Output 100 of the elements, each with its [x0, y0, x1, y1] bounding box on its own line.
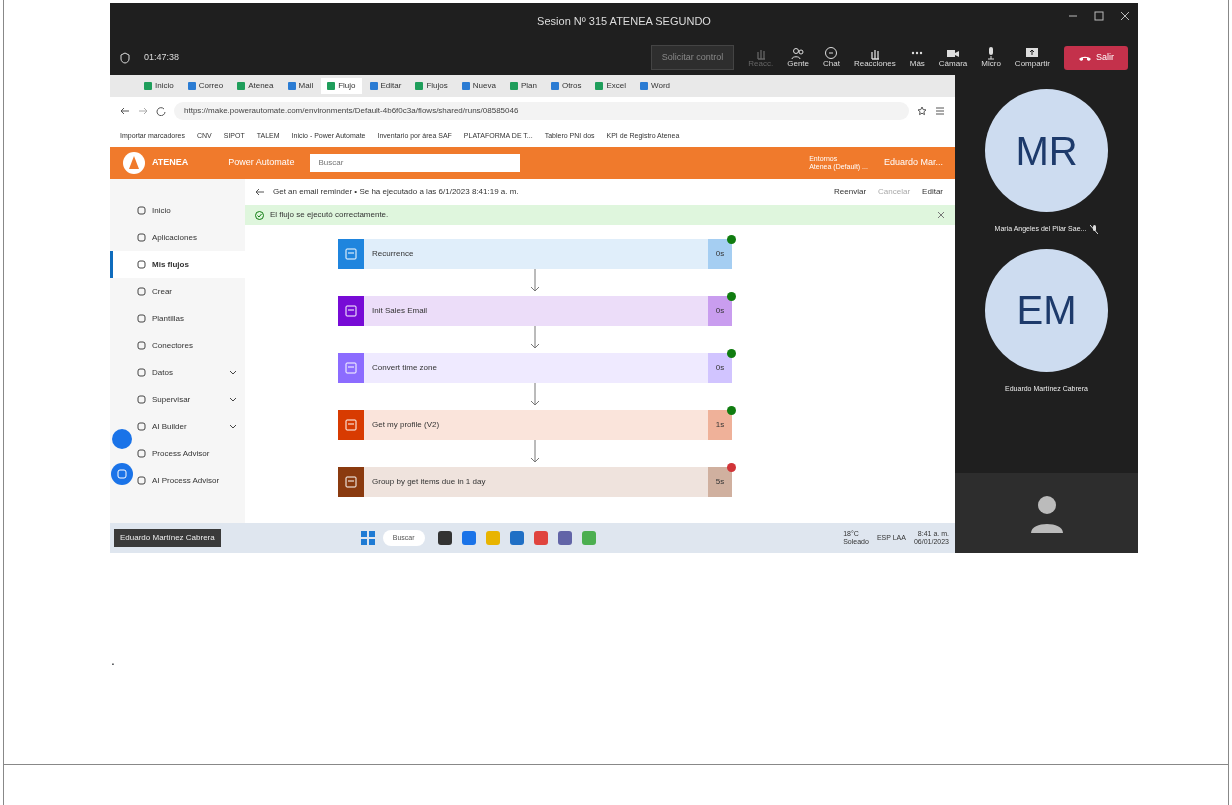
window-title: Sesion Nº 315 ATENEA SEGUNDO [537, 14, 711, 30]
browser-tab[interactable]: Plan [503, 78, 543, 94]
toolbar-button[interactable]: Chat [823, 46, 840, 69]
step-label: Convert time zone [371, 362, 438, 374]
toolbar-button[interactable]: Micro [981, 46, 1001, 69]
tab-icon [550, 82, 559, 90]
step-label: Get my profile (V2) [371, 419, 441, 431]
chat-bubble-icon[interactable] [112, 429, 132, 449]
step-label: Group by get items due in 1 day [371, 476, 487, 488]
chat-bubble-icon[interactable] [111, 463, 133, 485]
sidebar-item[interactable]: Crear [110, 278, 245, 305]
tab-icon [327, 82, 336, 90]
step-duration: 0s [708, 353, 732, 383]
logo-icon [122, 151, 146, 175]
browser-tab[interactable]: Nueva [455, 78, 502, 94]
tab-icon [595, 82, 604, 90]
step-duration: 5s [708, 467, 732, 497]
browser-tab[interactable]: Otros [544, 78, 588, 94]
toolbar-button[interactable]: Cámara [938, 46, 968, 69]
nav-icon [137, 476, 146, 485]
browser-tab[interactable]: Mail [281, 78, 320, 94]
tab-icon [640, 82, 649, 90]
app-icon[interactable] [437, 531, 452, 545]
text-mark: . [111, 651, 115, 670]
success-message: El flujo se ejecutó correctamente. [270, 209, 390, 221]
action-icon [345, 476, 357, 488]
toolbar-button[interactable]: Editar [920, 186, 945, 198]
refresh-icon[interactable] [156, 106, 166, 116]
step-duration: 1s [708, 410, 732, 440]
action-icon [345, 419, 357, 431]
nav-icon [137, 260, 146, 269]
back-icon[interactable] [120, 106, 130, 116]
sharing-label: Eduardo Martínez Cabrera [114, 529, 221, 547]
toolbar-button[interactable]: Más [909, 46, 925, 69]
people-icon [791, 46, 806, 61]
browser-tab[interactable]: Excel [589, 78, 633, 94]
tab-icon [369, 82, 378, 90]
action-icon [345, 362, 357, 374]
sidebar-item[interactable]: Process Advisor [110, 440, 245, 467]
action-icon [345, 305, 357, 317]
nav-icon [137, 422, 146, 431]
sidebar-item[interactable]: Aplicaciones [110, 224, 245, 251]
nav-icon [137, 206, 146, 215]
browser-tab[interactable]: Editar [363, 78, 408, 94]
menu-icon[interactable] [935, 106, 945, 116]
start-icon[interactable] [360, 531, 375, 545]
close-icon[interactable] [1120, 11, 1130, 21]
meeting-timer: 01:47:38 [144, 50, 180, 64]
sidebar-item[interactable]: Plantillas [110, 305, 245, 332]
browser-tab[interactable]: Flujo [321, 78, 362, 94]
maximize-icon[interactable] [1094, 11, 1104, 21]
toolbar-button[interactable]: Compartir [1014, 46, 1050, 69]
step-duration: 0s [708, 239, 732, 269]
browser-tab[interactable]: Atenea [231, 78, 280, 94]
step-label: Recurrence [371, 248, 415, 260]
nav-icon [137, 449, 146, 458]
leave-button[interactable]: Salir [1064, 45, 1128, 70]
avatar-circle: EM [985, 248, 1108, 372]
tab-icon [509, 82, 518, 90]
tab-icon [415, 82, 424, 90]
close-icon[interactable] [937, 211, 945, 219]
sidebar-item[interactable]: Mis flujos [110, 251, 245, 278]
back-icon[interactable] [255, 187, 265, 197]
avatar-circle: MR [985, 89, 1108, 212]
sidebar-item[interactable]: Supervisar [110, 386, 245, 413]
toolbar-button[interactable]: Reacciones [853, 46, 896, 69]
star-icon[interactable] [917, 106, 927, 116]
sidebar-item[interactable]: AI Builder [110, 413, 245, 440]
nav-icon [137, 314, 146, 323]
toolbar-button[interactable]: Gente [787, 46, 809, 69]
run-title: Get an email reminder • Se ha ejecutado a las 6/1/2023 8:41:19 a. m. [273, 186, 520, 198]
action-icon [345, 248, 357, 260]
nav-icon [137, 395, 146, 404]
sidebar-item[interactable]: Inicio [110, 197, 245, 224]
sidebar-item[interactable]: Conectores [110, 332, 245, 359]
app-icon[interactable] [557, 531, 572, 545]
nav-icon [137, 368, 146, 377]
chat-icon [824, 46, 839, 61]
browser-tab[interactable]: Inicio [138, 78, 180, 94]
check-icon [255, 210, 264, 220]
browser-tab[interactable]: Word [634, 78, 676, 94]
address-field[interactable]: https://make.powerautomate.com/environments/Default-4b6f0c3a/flows/shared/runs/08585046 [174, 102, 909, 120]
tab-icon [144, 82, 152, 90]
nav-icon [137, 287, 146, 296]
browser-tab[interactable]: Correo [181, 78, 230, 94]
shield-icon [120, 51, 130, 64]
browser-tab[interactable]: Flujos [409, 78, 454, 94]
toolbar-button[interactable]: Reenviar [832, 186, 869, 198]
sidebar-item[interactable]: Datos [110, 359, 245, 386]
nav-icon [137, 233, 146, 242]
nav-icon [137, 341, 146, 350]
step-label: Init Sales Email [371, 305, 429, 317]
request-control-button[interactable]: Solicitar control [650, 44, 735, 71]
tab-icon [461, 82, 470, 90]
brand-name: ATENEA [152, 156, 189, 170]
tab-icon [187, 82, 196, 90]
forward-icon[interactable] [138, 106, 148, 116]
person-silhouette [1028, 493, 1065, 533]
sidebar-item[interactable]: AI Process Advisor [110, 467, 245, 494]
search-field[interactable]: Buscar [310, 154, 521, 172]
